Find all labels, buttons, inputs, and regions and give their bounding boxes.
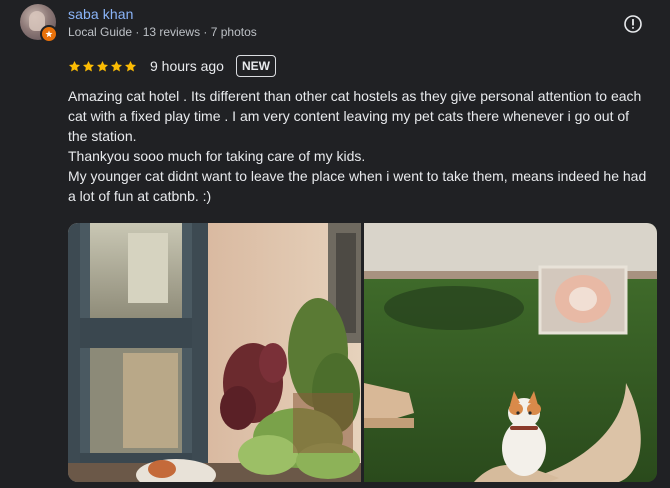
star-icon <box>110 60 123 71</box>
star-icon <box>82 60 95 71</box>
star-icon <box>124 60 137 71</box>
review-photo-cat-play-area[interactable] <box>364 223 657 482</box>
review-time: 9 hours ago <box>150 58 224 74</box>
reviewer-name[interactable]: saba khan <box>68 6 134 22</box>
door-plants-photo-image <box>68 223 361 482</box>
cat-play-area-photo-image <box>364 223 657 482</box>
star-icon <box>68 60 81 71</box>
exclamation-circle-icon <box>624 15 642 33</box>
rating-row: 9 hours ago NEW <box>68 54 276 78</box>
reviewer-meta: Local Guide · 13 reviews · 7 photos <box>68 25 257 39</box>
report-button[interactable] <box>622 13 644 35</box>
star-icon <box>96 60 109 71</box>
review-photo-door-plants[interactable] <box>68 223 361 482</box>
review-card: saba khan Local Guide · 13 reviews · 7 p… <box>0 0 670 488</box>
star-rating <box>68 60 137 73</box>
review-text: Amazing cat hotel . Its different than o… <box>68 88 647 204</box>
review-photos <box>68 223 657 482</box>
local-guide-badge-icon <box>40 25 58 43</box>
new-badge: NEW <box>235 55 276 77</box>
